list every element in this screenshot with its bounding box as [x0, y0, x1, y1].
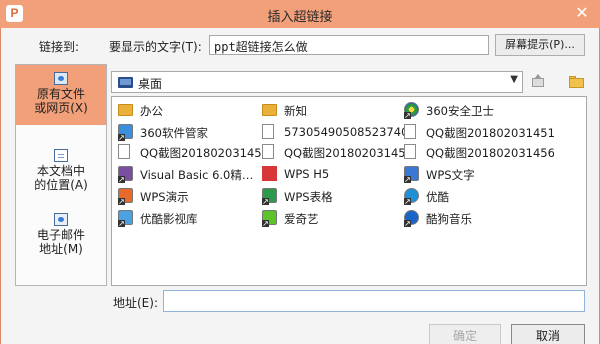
list-item[interactable]: 360软件管家: [118, 123, 268, 141]
browse-folder-icon[interactable]: [567, 73, 587, 91]
chevron-down-icon[interactable]: ▼: [510, 74, 518, 85]
mail-icon: [54, 213, 68, 226]
list-item[interactable]: QQ截图20180203145​5…: [262, 143, 412, 161]
folder-icon: [262, 104, 277, 116]
list-item[interactable]: 爱奇艺: [262, 209, 412, 227]
look-in-value: 桌面: [138, 77, 163, 91]
file-name: QQ截图20180203145​1…: [426, 126, 554, 140]
list-item[interactable]: QQ截图20180203145​6…: [404, 143, 554, 161]
file-name: 360安全卫士: [426, 104, 494, 118]
list-item[interactable]: QQ截图20180203145​1…: [404, 123, 554, 141]
close-icon[interactable]: ✕: [572, 3, 592, 23]
youku-shortcut-icon: [404, 188, 419, 205]
globe-document-icon: [54, 72, 68, 85]
list-item[interactable]: 酷狗音乐: [404, 209, 554, 227]
dialog-body: 链接到: 要显示的文字(T): ppt超链接怎么做 屏幕提示(P)... 原有文…: [0, 28, 600, 344]
list-item[interactable]: 办公: [118, 101, 268, 119]
file-name: 办公: [140, 104, 163, 118]
file-icon: [404, 144, 416, 159]
link-place-in-document[interactable]: 本文档中 的位置(A): [16, 145, 106, 201]
list-item[interactable]: WPS表格: [262, 187, 412, 205]
link-existing-file-label: 原有文件 或网页(X): [34, 87, 88, 115]
link-email-address[interactable]: 电子邮件 地址(M): [16, 209, 106, 265]
list-item[interactable]: QQ截图20180203145​4…: [118, 143, 268, 161]
wps-spreadsheet-shortcut-icon: [262, 188, 277, 205]
screentip-button[interactable]: 屏幕提示(P)...: [495, 34, 585, 56]
display-text-input[interactable]: ppt超链接怎么做: [209, 35, 489, 55]
address-label: 地址(E):: [113, 296, 158, 310]
link-to-label: 链接到:: [39, 40, 80, 54]
list-item[interactable]: Visual Basic 6.0精…: [118, 165, 268, 183]
file-icon: [262, 144, 274, 159]
wps-writer-shortcut-icon: [404, 166, 419, 183]
title-bar: P 插入超链接 ✕: [0, 0, 600, 28]
file-name: WPS演示: [140, 190, 189, 204]
file-name: 360软件管家: [140, 126, 208, 140]
file-name: 新知: [284, 104, 307, 118]
list-item[interactable]: 新知: [262, 101, 412, 119]
youku-library-shortcut-icon: [118, 210, 133, 227]
wps-h5-icon: [262, 166, 277, 181]
up-one-level-icon[interactable]: [529, 73, 547, 91]
cancel-button[interactable]: 取消: [511, 324, 585, 344]
address-input[interactable]: [163, 290, 585, 312]
link-to-panel: 原有文件 或网页(X) 本文档中 的位置(A) 电子邮件 地址(M): [15, 64, 107, 286]
file-name: QQ截图20180203145​6…: [426, 146, 554, 160]
dialog-title: 插入超链接: [267, 10, 333, 25]
image-file-icon: [118, 144, 130, 159]
document-icon: [54, 149, 68, 162]
list-item[interactable]: 优酷影视库: [118, 209, 268, 227]
file-list: 办公 新知 360安全卫士 360软件管家 573054905085237404…: [111, 96, 587, 286]
wps-presentation-shortcut-icon: [118, 188, 133, 205]
list-item[interactable]: 573054905085237404…: [262, 123, 412, 141]
file-name: WPS文字: [426, 168, 475, 182]
file-name: 爱奇艺: [284, 212, 319, 226]
360-security-shortcut-icon: [404, 102, 419, 119]
link-existing-file-or-webpage[interactable]: 原有文件 或网页(X): [16, 65, 106, 125]
list-item[interactable]: WPS H5: [262, 165, 412, 183]
list-item[interactable]: WPS演示: [118, 187, 268, 205]
list-item[interactable]: 优酷: [404, 187, 554, 205]
kugou-shortcut-icon: [404, 210, 419, 227]
file-name: QQ截图20180203145​5…: [284, 146, 412, 160]
list-item[interactable]: 360安全卫士: [404, 101, 554, 119]
file-name: 优酷影视库: [140, 212, 198, 226]
file-icon: [262, 124, 274, 139]
file-name: WPS表格: [284, 190, 333, 204]
file-name: 优酷: [426, 190, 449, 204]
iqiyi-shortcut-icon: [262, 210, 277, 227]
folder-icon: [118, 104, 133, 116]
vb-shortcut-icon: [118, 166, 133, 183]
360-software-shortcut-icon: [118, 124, 133, 141]
file-name: 酷狗音乐: [426, 212, 472, 226]
ok-button[interactable]: 确定: [429, 324, 501, 344]
desktop-icon: [118, 77, 133, 88]
file-name: QQ截图20180203145​4…: [140, 146, 268, 160]
file-name: WPS H5: [284, 167, 330, 181]
file-name: 573054905085237404…: [284, 125, 412, 139]
display-text-label: 要显示的文字(T):: [109, 40, 202, 54]
look-in-dropdown[interactable]: 桌面 ▼: [111, 71, 523, 93]
list-item[interactable]: WPS文字: [404, 165, 554, 183]
file-icon: [404, 124, 416, 139]
file-name: Visual Basic 6.0精…: [140, 168, 254, 182]
link-email-address-label: 电子邮件 地址(M): [36, 228, 85, 256]
link-place-in-document-label: 本文档中 的位置(A): [34, 164, 88, 192]
